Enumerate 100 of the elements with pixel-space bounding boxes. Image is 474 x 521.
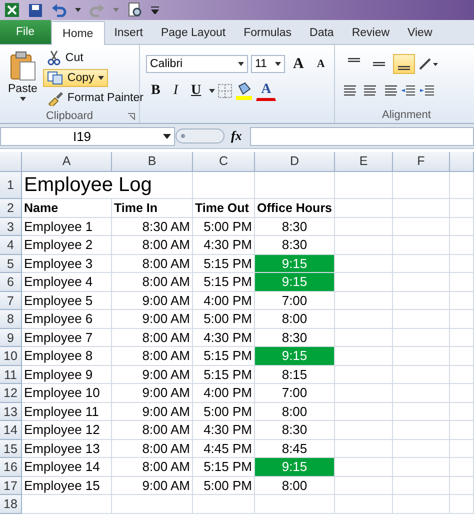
ribbon-tab[interactable]: View: [398, 22, 442, 44]
row-header[interactable]: 6: [0, 273, 22, 292]
shrink-font-button[interactable]: A: [312, 57, 330, 71]
column-header[interactable]: B: [112, 152, 193, 172]
font-color-button[interactable]: A: [256, 81, 276, 101]
copy-button[interactable]: Copy: [43, 69, 108, 87]
decrease-indent-icon[interactable]: [400, 85, 416, 97]
scissors-icon: [47, 50, 62, 66]
column-header[interactable]: E: [335, 152, 393, 172]
format-painter-button[interactable]: Format Painter: [43, 88, 148, 108]
row-header[interactable]: 5: [0, 254, 22, 273]
grid-cell: [393, 458, 450, 476]
dropdown-icon: [163, 134, 171, 138]
dropdown-icon[interactable]: [209, 89, 216, 93]
ribbon-tab[interactable]: Formulas: [234, 22, 301, 44]
ribbon-tab[interactable]: Home: [50, 21, 106, 45]
row-header[interactable]: 4: [0, 236, 22, 254]
fill-color-icon[interactable]: [235, 82, 254, 100]
table-cell: 5:15 PM: [193, 366, 255, 384]
table-cell: Employee 5: [22, 292, 112, 310]
table-cell: 9:00 AM: [112, 366, 193, 384]
table-cell: 4:30 PM: [193, 328, 255, 347]
grid-cell: [450, 476, 474, 495]
column-header[interactable]: D: [255, 152, 335, 172]
sheet-title: Employee Log: [22, 172, 193, 199]
row-header[interactable]: 3: [0, 218, 22, 236]
table-cell: Employee 1: [22, 218, 112, 236]
row-header[interactable]: 12: [0, 384, 22, 402]
table-cell: Employee 15: [22, 476, 112, 495]
grid-cell: [393, 273, 450, 292]
column-header[interactable]: C: [193, 152, 255, 172]
customize-menu-icon[interactable]: [151, 6, 159, 14]
grow-font-button[interactable]: A: [288, 54, 309, 74]
table-cell: 9:00 AM: [112, 310, 193, 328]
table-cell: 4:45 PM: [193, 440, 255, 458]
table-cell: 8:00 AM: [112, 254, 193, 273]
table-cell: 8:00 AM: [112, 347, 193, 366]
align-center-icon[interactable]: [362, 85, 378, 97]
row-header[interactable]: 18: [0, 495, 22, 514]
grid-cell: [393, 421, 450, 440]
table-cell: Employee 2: [22, 236, 112, 254]
insert-function-button[interactable]: fx: [231, 128, 242, 144]
ribbon-tab[interactable]: Insert: [105, 22, 152, 44]
row-header[interactable]: 13: [0, 402, 22, 421]
grid-cell: [393, 328, 450, 347]
bold-button[interactable]: B: [146, 82, 166, 100]
font-size-field[interactable]: 11: [251, 55, 285, 73]
row-header[interactable]: 17: [0, 476, 22, 495]
row-header[interactable]: 14: [0, 421, 22, 440]
table-cell: Employee 6: [22, 310, 112, 328]
row-header[interactable]: 16: [0, 458, 22, 476]
row-header[interactable]: 15: [0, 440, 22, 458]
column-header[interactable]: F: [393, 152, 450, 172]
row-header[interactable]: 11: [0, 366, 22, 384]
table-cell: 4:30 PM: [193, 421, 255, 440]
dropdown-icon[interactable]: [75, 8, 81, 12]
ribbon-tab[interactable]: Page Layout: [152, 22, 235, 44]
spreadsheet-app-icon: [4, 2, 20, 18]
file-tab[interactable]: File: [0, 20, 51, 44]
grid-cell: [335, 292, 393, 310]
table-cell: 7:00: [255, 292, 335, 310]
name-box[interactable]: I19: [0, 126, 175, 146]
italic-button[interactable]: I: [168, 82, 184, 100]
formula-input[interactable]: [250, 126, 474, 146]
row-header[interactable]: 10: [0, 347, 22, 366]
print-preview-icon[interactable]: [127, 2, 143, 18]
ribbon-tab[interactable]: Review: [342, 22, 399, 44]
grid-cell: [335, 273, 393, 292]
table-cell: Employee 4: [22, 273, 112, 292]
text-orientation-icon[interactable]: [418, 57, 438, 71]
column-heading: Time Out: [193, 199, 255, 218]
grid-cell: [335, 218, 393, 236]
align-bottom-button[interactable]: [393, 54, 415, 74]
table-cell: 8:15: [255, 366, 335, 384]
grid-cell: [393, 218, 450, 236]
ribbon-tab[interactable]: Data: [300, 22, 343, 44]
table-cell: 8:00: [255, 310, 335, 328]
grid-cell: [450, 384, 474, 402]
grid-cell: [450, 366, 474, 384]
row-header[interactable]: 2: [0, 199, 22, 218]
grid-cell: [335, 310, 393, 328]
increase-indent-icon[interactable]: [419, 85, 435, 97]
paste-button[interactable]: Paste: [4, 48, 42, 108]
undo-icon[interactable]: [51, 3, 67, 17]
dialog-launcher-icon[interactable]: [128, 113, 135, 120]
save-icon[interactable]: [28, 2, 43, 18]
cut-button[interactable]: Cut: [43, 48, 88, 68]
underline-button[interactable]: U: [186, 82, 206, 100]
row-header[interactable]: 8: [0, 310, 22, 328]
column-header[interactable]: A: [22, 152, 112, 172]
row-header[interactable]: 7: [0, 292, 22, 310]
table-cell: 9:00 AM: [112, 292, 193, 310]
grid-cell: [450, 495, 474, 514]
row-header[interactable]: 1: [0, 172, 22, 199]
group-label: Clipboard: [46, 109, 94, 124]
grid-cell: [450, 440, 474, 458]
font-name-field[interactable]: Calibri: [146, 55, 248, 73]
row-header[interactable]: 9: [0, 328, 22, 347]
align-left-icon[interactable]: [343, 85, 359, 97]
dropdown-icon: [275, 62, 281, 66]
